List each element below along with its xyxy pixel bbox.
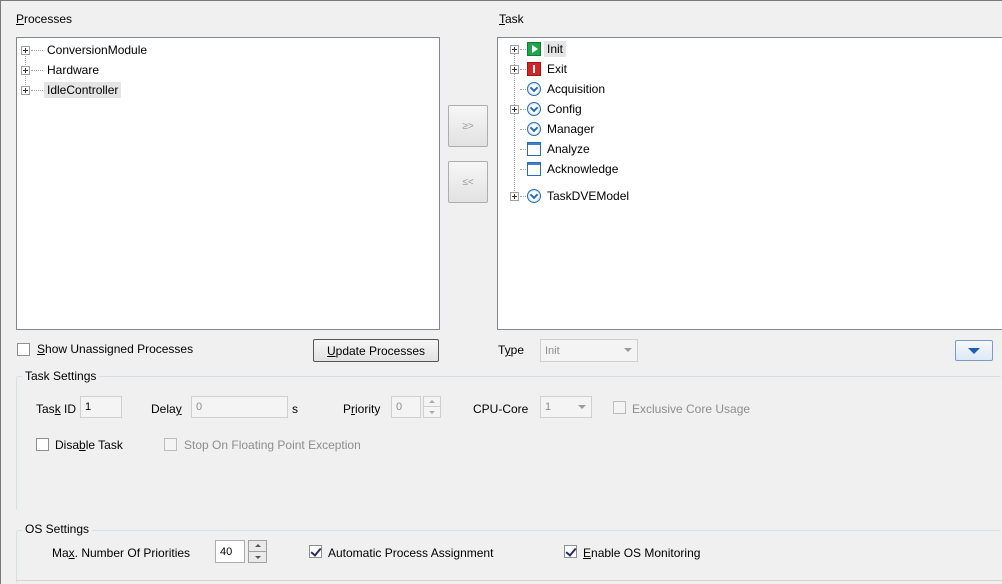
- show-unassigned-checkbox[interactable]: [17, 343, 30, 356]
- os-settings-title: OS Settings: [22, 522, 93, 536]
- max-priorities-spinner[interactable]: [248, 540, 267, 563]
- process-label: IdleController: [44, 82, 122, 98]
- priority-input[interactable]: 0: [391, 396, 421, 418]
- expand-icon[interactable]: [21, 45, 30, 55]
- task-label-text: Exit: [547, 62, 568, 76]
- enable-os-monitoring-checkbox[interactable]: [564, 545, 577, 558]
- max-priorities-input[interactable]: 40: [215, 540, 245, 563]
- task-settings-title: Task Settings: [22, 369, 100, 383]
- cpu-core-select[interactable]: 1: [540, 396, 592, 418]
- processes-label: Processes: [16, 12, 73, 26]
- unassign-button[interactable]: ≤<: [448, 161, 488, 203]
- task-id-label: Task ID: [36, 402, 77, 416]
- fp-exception-label[interactable]: Stop On Floating Point Exception: [184, 438, 361, 452]
- clock-icon: [527, 189, 541, 203]
- task-label-text: Analyze: [547, 142, 590, 156]
- task-item-init[interactable]: Init: [510, 39, 567, 59]
- process-item-hardware[interactable]: Hardware: [21, 60, 102, 80]
- task-label: Task: [499, 12, 524, 26]
- process-item-conversion-module[interactable]: ConversionModule: [21, 40, 150, 60]
- clock-icon: [527, 102, 541, 116]
- arrow-up-icon: [254, 544, 261, 547]
- expand-icon[interactable]: [21, 85, 30, 95]
- exclusive-core-label[interactable]: Exclusive Core Usage: [632, 402, 750, 416]
- delay-value: 0: [196, 401, 203, 413]
- task-label-text: Acknowledge: [547, 162, 619, 176]
- chevron-down-icon: [578, 405, 586, 409]
- fp-exception-checkbox[interactable]: [164, 438, 177, 451]
- bottom-divider: [16, 580, 1002, 581]
- auto-process-assignment-label[interactable]: Automatic Process Assignment: [328, 546, 493, 560]
- task-item-analyze[interactable]: Analyze: [510, 139, 593, 159]
- triangle-down-icon: [968, 347, 980, 354]
- delay-input[interactable]: 0: [191, 396, 288, 418]
- expand-panel-button[interactable]: [955, 340, 993, 361]
- type-label: Type: [498, 343, 525, 357]
- chevron-down-icon: [624, 348, 632, 352]
- expand-icon[interactable]: [510, 191, 519, 201]
- task-item-acquisition[interactable]: Acquisition: [510, 79, 608, 99]
- type-value: Init: [545, 344, 560, 357]
- task-item-manager[interactable]: Manager: [510, 119, 597, 139]
- assign-button-label: ≥>: [462, 120, 474, 132]
- exclusive-core-checkbox[interactable]: [613, 401, 626, 414]
- show-unassigned-label[interactable]: Show Unassigned Processes: [37, 342, 193, 356]
- auto-process-assignment-checkbox[interactable]: [309, 545, 322, 558]
- task-label-text: Acquisition: [547, 82, 606, 96]
- unassign-button-label: ≤<: [462, 176, 474, 188]
- task-label-text: Config: [547, 102, 582, 116]
- task-label-text: Init: [544, 41, 567, 57]
- arrow-down-icon: [429, 411, 435, 414]
- task-item-taskdvemodel[interactable]: TaskDVEModel: [510, 186, 632, 206]
- task-label-text: TaskDVEModel: [547, 189, 630, 203]
- window-icon: [527, 162, 541, 176]
- arrow-down-icon: [254, 556, 261, 559]
- task-item-config[interactable]: Config: [510, 99, 585, 119]
- disable-task-checkbox[interactable]: [36, 438, 49, 451]
- priority-spinner[interactable]: [423, 396, 441, 418]
- update-processes-button[interactable]: Update Processes: [313, 339, 439, 362]
- expand-icon[interactable]: [510, 64, 519, 74]
- clock-icon: [527, 122, 541, 136]
- expand-icon[interactable]: [510, 44, 519, 54]
- max-priorities-value: 40: [220, 545, 233, 558]
- play-icon: [527, 42, 541, 56]
- max-priorities-label: Max. Number Of Priorities: [52, 546, 191, 560]
- priority-value: 0: [396, 401, 403, 413]
- window-icon: [527, 142, 541, 156]
- task-tree[interactable]: Init Exit Acquisition Config Manager Ana…: [497, 37, 1002, 330]
- delay-label: Delay: [151, 402, 182, 416]
- task-label-text: Manager: [547, 122, 595, 136]
- delay-unit: s: [292, 402, 298, 416]
- process-label: Hardware: [47, 63, 100, 77]
- task-item-exit[interactable]: Exit: [510, 59, 570, 79]
- clock-icon: [527, 82, 541, 96]
- disable-task-label[interactable]: Disable Task: [55, 438, 123, 452]
- priority-label: Priority: [343, 402, 381, 416]
- task-id-value: 1: [85, 401, 92, 413]
- process-label: ConversionModule: [47, 43, 148, 57]
- process-item-idle-controller[interactable]: IdleController: [21, 80, 122, 100]
- type-select[interactable]: Init: [540, 339, 638, 362]
- stop-icon: [527, 62, 541, 76]
- expand-icon[interactable]: [510, 104, 519, 114]
- expand-icon[interactable]: [21, 65, 30, 75]
- enable-os-monitoring-label[interactable]: Enable OS Monitoring: [583, 546, 700, 560]
- task-id-field: 1: [80, 396, 122, 418]
- cpu-core-value: 1: [545, 401, 552, 413]
- cpu-core-label: CPU-Core: [473, 402, 529, 416]
- assign-button[interactable]: ≥>: [448, 105, 488, 147]
- arrow-up-icon: [429, 400, 435, 403]
- processes-tree[interactable]: ConversionModule Hardware IdleController: [16, 37, 440, 330]
- task-item-acknowledge[interactable]: Acknowledge: [510, 159, 621, 179]
